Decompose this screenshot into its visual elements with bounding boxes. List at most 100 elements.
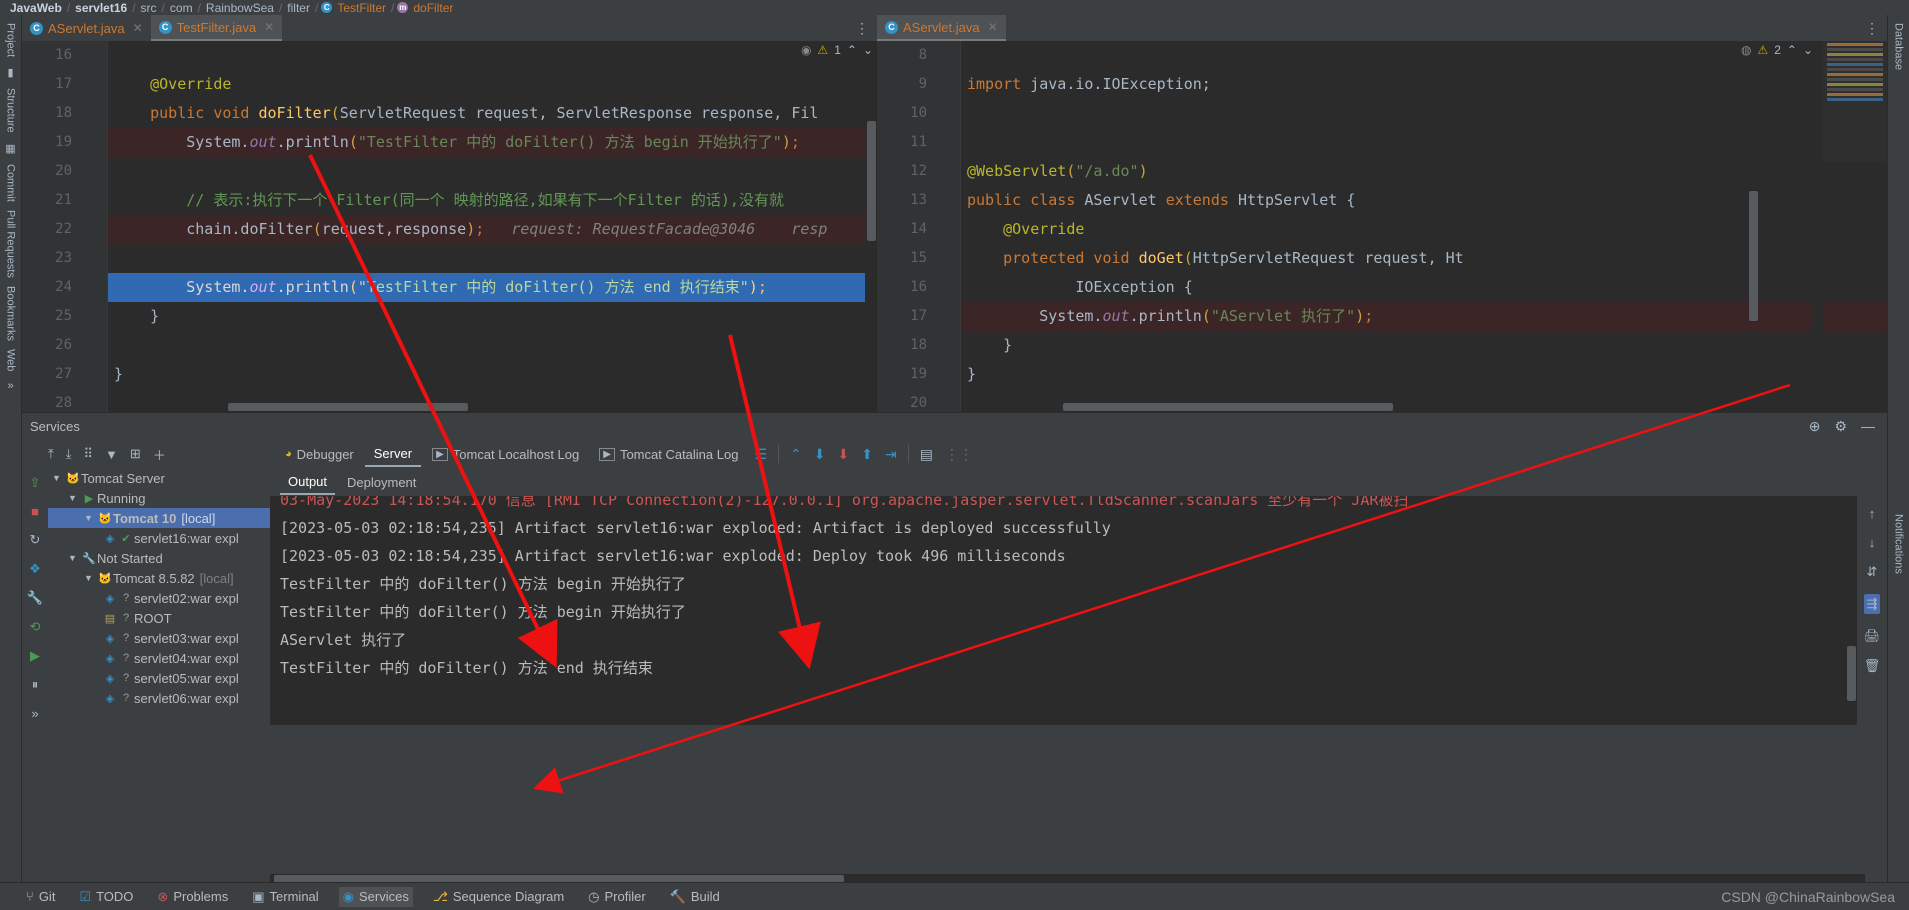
- sidebar-item-structure[interactable]: Structure: [5, 88, 17, 133]
- editor-options-icon[interactable]: ⋮: [847, 15, 877, 41]
- tree-item-tomcat-8582[interactable]: ▼ 🐱 Tomcat 8.5.82 [local]: [48, 568, 270, 588]
- scrollbar-thumb[interactable]: [228, 403, 468, 411]
- filter-icon[interactable]: ▼: [105, 447, 118, 462]
- tab-tomcat-catalina-log[interactable]: ▶ Tomcat Catalina Log: [590, 443, 747, 466]
- sidebar-item-commit[interactable]: Commit: [5, 164, 17, 202]
- scrollbar-thumb[interactable]: [1063, 403, 1393, 411]
- chevron-down-icon[interactable]: ▼: [84, 573, 97, 583]
- tree-item-tomcat-10[interactable]: ▼ 🐱 Tomcat 10 [local]: [48, 508, 270, 528]
- editor-horizontal-scrollbar-right[interactable]: [963, 402, 1823, 412]
- breadcrumb-item-filter[interactable]: filter: [287, 1, 310, 15]
- stop-icon[interactable]: ■: [31, 504, 39, 519]
- status-item-terminal[interactable]: ▣ Terminal: [248, 887, 322, 907]
- soft-wrap-icon[interactable]: ☰: [754, 446, 767, 463]
- collapse-all-icon[interactable]: ⤓: [66, 446, 72, 462]
- chevron-down-icon[interactable]: ▼: [52, 473, 65, 483]
- status-item-sequence-diagram[interactable]: ⎇ Sequence Diagram: [429, 887, 568, 907]
- group-icon[interactable]: ⠿: [84, 446, 94, 462]
- scrollbar-thumb[interactable]: [867, 121, 876, 241]
- print-icon[interactable]: 🖨: [1864, 628, 1881, 644]
- editor-horizontal-scrollbar-left[interactable]: [108, 402, 865, 412]
- add-frame-icon[interactable]: ⊞: [130, 446, 141, 462]
- tab-tomcat-localhost-log[interactable]: ▶ Tomcat Localhost Log: [423, 443, 588, 466]
- tree-item-root-artifact[interactable]: ▤ ? ROOT: [48, 608, 270, 628]
- console-output[interactable]: 03-May-2023 14:18:54.170 信息 [RMI TCP Con…: [270, 496, 1865, 725]
- breadcrumb-item-src[interactable]: src: [141, 1, 157, 15]
- code-area-left[interactable]: @Override public void doFilter(ServletRe…: [108, 41, 877, 412]
- minimize-icon[interactable]: —: [1861, 418, 1875, 435]
- refresh-icon[interactable]: ⟲: [30, 619, 41, 635]
- settings-icon[interactable]: 🔧: [27, 590, 43, 606]
- move-up-icon[interactable]: ↑: [1869, 506, 1876, 521]
- tab-debugger[interactable]: ◕ Debugger: [276, 443, 363, 466]
- more-icon[interactable]: »: [31, 706, 38, 721]
- expand-rail-icon[interactable]: »: [7, 380, 13, 392]
- status-item-todo[interactable]: ☑ TODO: [75, 887, 137, 907]
- add-icon[interactable]: ＋: [153, 445, 166, 464]
- tree-item-servlet16-artifact[interactable]: ◈ ✔ servlet16:war expl: [48, 528, 270, 548]
- breadcrumb-item-class[interactable]: TestFilter: [337, 1, 386, 15]
- tab-deployment[interactable]: Deployment: [339, 471, 424, 494]
- scrollbar-thumb[interactable]: [1749, 191, 1758, 321]
- tab-server[interactable]: Server: [364, 442, 422, 467]
- eye-off-icon[interactable]: ◍: [1741, 43, 1751, 57]
- close-icon[interactable]: ✕: [264, 20, 274, 34]
- sidebar-item-database[interactable]: Database: [1893, 23, 1905, 70]
- chevron-down-icon[interactable]: ▼: [68, 553, 81, 563]
- expand-all-icon[interactable]: ⤒: [48, 446, 54, 462]
- deploy-icon[interactable]: ⇪: [30, 475, 41, 491]
- breadcrumb-item-method[interactable]: doFilter: [413, 1, 453, 15]
- chevron-up-icon[interactable]: ⌃: [1787, 43, 1797, 57]
- sidebar-item-notifications[interactable]: Notifications: [1893, 514, 1905, 574]
- breadcrumb-item-module[interactable]: servlet16: [75, 1, 127, 15]
- tree-item-servlet03-artifact[interactable]: ◈ ? servlet03:war expl: [48, 628, 270, 648]
- scrollbar-thumb[interactable]: [1847, 646, 1856, 701]
- trash-icon[interactable]: 🗑: [1864, 658, 1881, 674]
- close-icon[interactable]: ✕: [988, 20, 998, 34]
- breadcrumb-item-rainbowsea[interactable]: RainbowSea: [206, 1, 274, 15]
- soft-wrap-toggle-icon[interactable]: ⇶: [1863, 594, 1881, 614]
- sidebar-item-bookmarks[interactable]: Bookmarks: [5, 286, 17, 341]
- tree-item-servlet04-artifact[interactable]: ◈ ? servlet04:war expl: [48, 648, 270, 668]
- chevron-down-icon[interactable]: ⌄: [863, 43, 873, 57]
- breadcrumb-item-project[interactable]: JavaWeb: [10, 1, 62, 15]
- tab-output[interactable]: Output: [280, 470, 336, 495]
- breadcrumb-item-com[interactable]: com: [170, 1, 193, 15]
- tab-testfilter-java[interactable]: C TestFilter.java ✕: [150, 15, 283, 41]
- wrap-icon[interactable]: ⇵: [1867, 564, 1878, 580]
- scroll-down-icon[interactable]: ⬇: [814, 446, 826, 463]
- close-icon[interactable]: ✕: [133, 21, 143, 35]
- eye-icon[interactable]: ◉: [801, 43, 811, 57]
- editor-testfilter[interactable]: ◉ ⚠ 1 ⌃ ⌄ 16 17 18 19 20 21 22 23 24 25 …: [22, 41, 877, 412]
- sidebar-item-pull-requests[interactable]: Pull Requests: [5, 210, 17, 278]
- print-icon[interactable]: ▤: [920, 446, 933, 463]
- tree-item-servlet05-artifact[interactable]: ◈ ? servlet05:war expl: [48, 668, 270, 688]
- editor-minimap[interactable]: [1823, 41, 1887, 161]
- tree-item-tomcat-server[interactable]: ▼ 🐱 Tomcat Server: [48, 468, 270, 488]
- editor-options-icon[interactable]: ⋮: [1857, 15, 1887, 41]
- editor-aservlet[interactable]: ◍ ⚠ 2 ⌃ ⌄ 8 9 10 11 12 13 14 15 16 17 18…: [877, 41, 1887, 412]
- sidebar-item-web[interactable]: Web: [5, 349, 17, 371]
- tree-item-servlet02-artifact[interactable]: ◈ ? servlet02:war expl: [48, 588, 270, 608]
- status-item-git[interactable]: ⑂ Git: [22, 887, 59, 906]
- chevron-down-icon[interactable]: ⌄: [1803, 43, 1813, 57]
- inspection-widget-right[interactable]: ◍ ⚠ 2 ⌃ ⌄: [1741, 43, 1813, 57]
- tab-aservlet-java[interactable]: C AServlet.java ✕: [22, 15, 151, 41]
- sidebar-item-project[interactable]: Project: [5, 23, 17, 57]
- services-tree[interactable]: ▼ 🐱 Tomcat Server ▼ ▶ Running ▼ 🐱 Tomcat…: [48, 468, 270, 725]
- chevron-down-icon[interactable]: ▼: [68, 493, 81, 503]
- pause-icon[interactable]: ⏸: [32, 677, 39, 693]
- tree-item-running[interactable]: ▼ ▶ Running: [48, 488, 270, 508]
- debug-icon[interactable]: ❖: [29, 561, 41, 577]
- chevron-up-icon[interactable]: ⌃: [847, 43, 857, 57]
- scroll-to-top-icon[interactable]: ⌃: [790, 446, 802, 463]
- restart-icon[interactable]: ↻: [30, 532, 41, 548]
- status-item-profiler[interactable]: ◷ Profiler: [584, 887, 650, 907]
- status-item-problems[interactable]: ⊗ Problems: [153, 887, 232, 907]
- help-icon[interactable]: ⊕: [1809, 418, 1821, 435]
- skip-icon[interactable]: ⇥: [885, 446, 897, 463]
- tree-item-not-started[interactable]: ▼ 🔧 Not Started: [48, 548, 270, 568]
- run-icon[interactable]: ▶: [30, 648, 40, 664]
- chevron-down-icon[interactable]: ▼: [84, 513, 97, 523]
- scroll-up-icon[interactable]: ⬆: [861, 446, 873, 463]
